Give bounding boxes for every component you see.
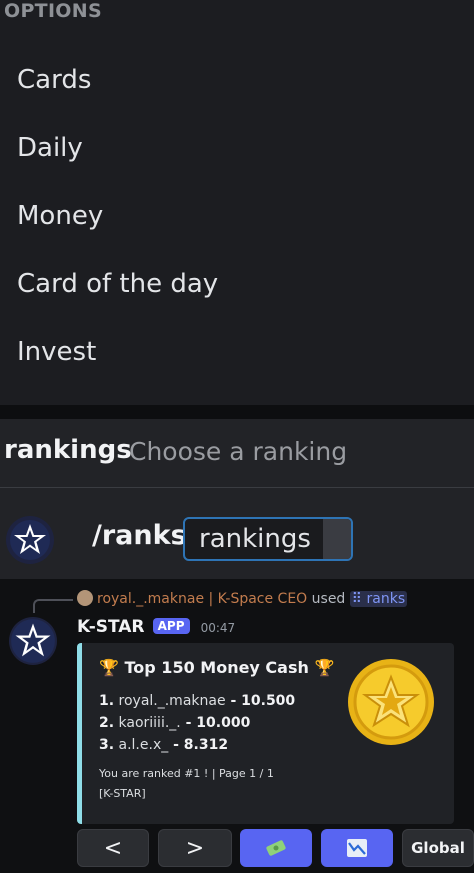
trophy-icon: 🏆 [99, 658, 119, 677]
option-item-money[interactable]: Money [17, 201, 103, 231]
app-badge: APP [152, 618, 190, 634]
option-name: rankings [4, 435, 132, 465]
author-name[interactable]: K-STAR [77, 617, 145, 637]
divider [0, 405, 474, 419]
embed-title-text: Top 150 Money Cash [124, 658, 309, 677]
options-header: OPTIONS [4, 0, 102, 22]
global-button[interactable]: Global [402, 829, 474, 867]
reply-connector [33, 599, 73, 613]
trophy-icon: 🏆 [314, 658, 335, 677]
message-avatar[interactable] [9, 617, 57, 665]
option-item-daily[interactable]: Daily [17, 133, 83, 163]
command-link-text: ranks [366, 591, 406, 607]
option-item-card-of-the-day[interactable]: Card of the day [17, 269, 218, 299]
star-logo-icon [11, 619, 55, 663]
embed-title: 🏆 Top 150 Money Cash 🏆 [99, 658, 334, 677]
chart-button[interactable] [321, 829, 393, 867]
option-item-cards[interactable]: Cards [17, 65, 91, 95]
command-input-bar: rankings Choose a ranking /ranks ranking… [0, 419, 474, 579]
user-avatar[interactable] [77, 590, 93, 606]
command-link[interactable]: ⠿ ranks [349, 591, 408, 607]
money-button[interactable] [240, 829, 312, 867]
chart-down-icon [347, 839, 367, 857]
global-button-label: Global [411, 839, 465, 857]
embed-footer-brand: [K-STAR] [99, 787, 146, 800]
ranking-row: 2. kaoriiii._. - 10.000 [99, 715, 251, 731]
timestamp: 00:47 [200, 621, 236, 635]
option-value-input[interactable] [323, 519, 351, 559]
option-prompt: rankings Choose a ranking [0, 419, 474, 488]
interaction-reply: royal._.maknae | K-Space CEO used ⠿ rank… [77, 590, 408, 607]
ranking-row: 3. a.l.e.x_ - 8.312 [99, 737, 229, 753]
command-name: /ranks [92, 520, 187, 551]
gold-star-coin-icon [348, 659, 434, 745]
option-item-invest[interactable]: Invest [17, 337, 96, 367]
option-hint: Choose a ranking [129, 437, 348, 466]
star-logo-icon [10, 520, 50, 560]
reply-username[interactable]: royal._.maknae | K-Space CEO [97, 591, 307, 607]
slash-command-icon: ⠿ [351, 591, 363, 607]
next-page-button[interactable]: > [158, 829, 232, 867]
bot-avatar [6, 516, 54, 564]
previous-page-button[interactable]: < [77, 829, 149, 867]
option-value-text: rankings [199, 524, 311, 554]
reply-used-text: used [311, 591, 346, 607]
ranking-embed: 🏆 Top 150 Money Cash 🏆 1. royal._.maknae… [77, 643, 454, 824]
option-value-chip[interactable]: rankings [183, 517, 353, 561]
options-popup: OPTIONS Cards Daily Money Card of the da… [0, 0, 474, 405]
embed-footer-rank: You are ranked #1 ! | Page 1 / 1 [99, 767, 274, 780]
previous-arrow-icon: < [103, 835, 123, 861]
message-header: K-STAR APP 00:47 [77, 617, 235, 637]
money-icon [266, 840, 286, 856]
next-arrow-icon: > [185, 835, 205, 861]
ranking-row: 1. royal._.maknae - 10.500 [99, 693, 296, 709]
